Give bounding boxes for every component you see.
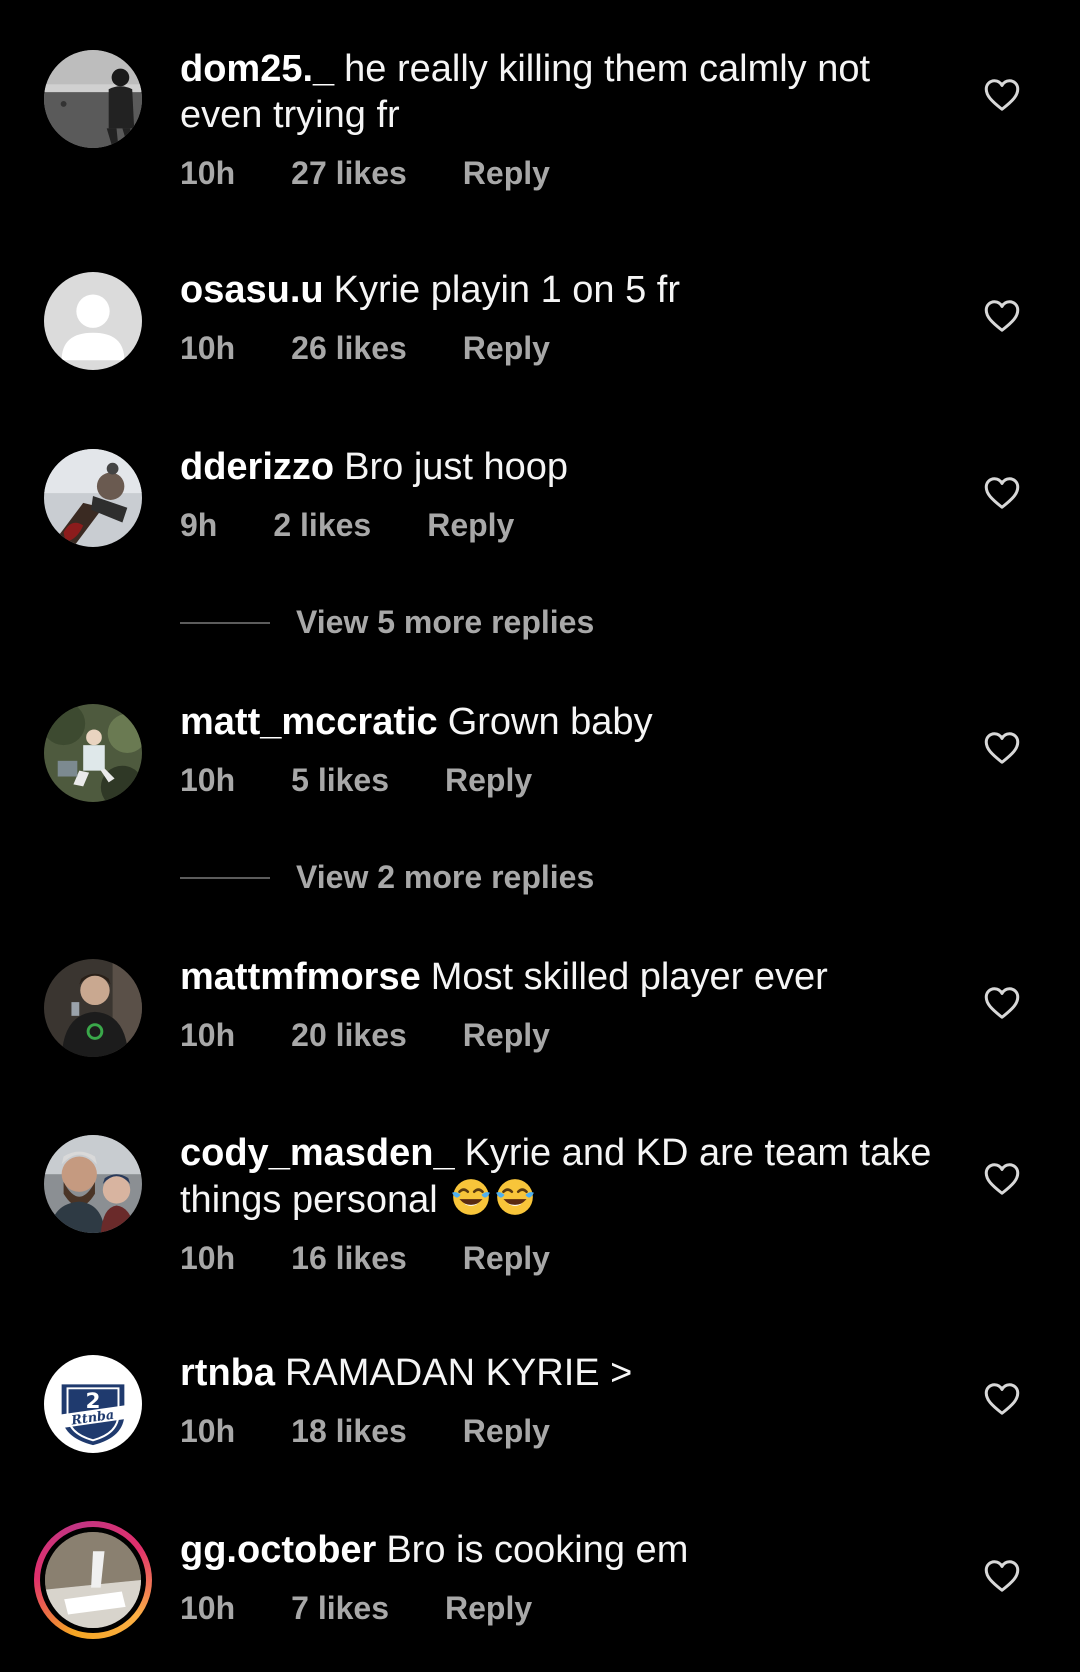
heart-outline-icon[interactable] (984, 476, 1020, 510)
avatar[interactable]: 2 Rtnba (44, 1355, 142, 1453)
reply-button[interactable]: Reply (463, 330, 550, 367)
avatar (45, 1532, 141, 1628)
face-with-tears-of-joy-icon (496, 1179, 535, 1215)
comment-meta: 10h 27 likes Reply (180, 155, 550, 192)
comment-likes[interactable]: 7 likes (291, 1590, 389, 1627)
comment-meta: 10h 18 likes Reply (180, 1413, 550, 1450)
comment-meta: 9h 2 likes Reply (180, 507, 514, 544)
avatar[interactable] (44, 704, 142, 802)
comment-body: Kyrie playin 1 on 5 fr (333, 269, 681, 311)
comment-meta: 10h 7 likes Reply (180, 1590, 532, 1627)
heart-outline-icon[interactable] (984, 1559, 1020, 1593)
comment-likes[interactable]: 16 likes (291, 1240, 407, 1277)
comment-likes[interactable]: 20 likes (291, 1017, 407, 1054)
view-more-replies-button[interactable]: View 2 more replies (180, 859, 594, 896)
heart-outline-icon[interactable] (984, 78, 1020, 112)
reply-button[interactable]: Reply (445, 1590, 532, 1627)
view-replies-label: View 5 more replies (296, 604, 595, 640)
comment-likes[interactable]: 18 likes (291, 1413, 407, 1450)
comment-text: dderizzo Bro just hoop (180, 444, 940, 490)
comment-body: Bro is cooking em (386, 1529, 689, 1571)
comment-body: Bro just hoop (344, 446, 569, 488)
reply-button[interactable]: Reply (463, 1017, 550, 1054)
avatar[interactable] (44, 959, 142, 1057)
comment-time: 10h (180, 1240, 236, 1276)
comment-time: 10h (180, 155, 236, 191)
heart-outline-icon[interactable] (984, 1162, 1020, 1196)
avatar[interactable] (44, 1135, 142, 1233)
comment-likes[interactable]: 2 likes (273, 507, 371, 544)
comment-time: 9h (180, 507, 218, 543)
avatar-photo (45, 1532, 141, 1628)
comment-username[interactable]: matt_mccratic (180, 701, 438, 743)
comment-text: cody_masden_ Kyrie and KD are team take t… (180, 1130, 940, 1223)
default-avatar-icon (44, 272, 142, 370)
avatar-photo (44, 1135, 142, 1233)
avatar-story-ring[interactable] (34, 1521, 152, 1639)
comment-time: 10h (180, 330, 236, 366)
avatar[interactable] (44, 50, 142, 148)
comment-text: gg.october Bro is cooking em (180, 1527, 940, 1573)
heart-outline-icon[interactable] (984, 986, 1020, 1020)
comment-time: 10h (180, 1017, 236, 1053)
comment-body: Grown baby (447, 701, 653, 743)
comment-meta: 10h 20 likes Reply (180, 1017, 550, 1054)
comment-meta: 10h 26 likes Reply (180, 330, 550, 367)
face-with-tears-of-joy-icon (452, 1179, 491, 1215)
heart-outline-icon[interactable] (984, 1382, 1020, 1416)
avatar-photo (44, 50, 142, 148)
reply-button[interactable]: Reply (463, 155, 550, 192)
reply-button[interactable]: Reply (463, 1240, 550, 1277)
comment-meta: 10h 16 likes Reply (180, 1240, 550, 1277)
comment-likes[interactable]: 26 likes (291, 330, 407, 367)
comment-username[interactable]: mattmfmorse (180, 956, 421, 998)
reply-button[interactable]: Reply (427, 507, 514, 544)
divider (180, 621, 270, 624)
comment-time: 10h (180, 1413, 236, 1449)
comment-username[interactable]: rtnba (180, 1352, 275, 1394)
comment-time: 10h (180, 762, 236, 798)
reply-button[interactable]: Reply (445, 762, 532, 799)
comment-likes[interactable]: 27 likes (291, 155, 407, 192)
avatar-photo (44, 449, 142, 547)
heart-outline-icon[interactable] (984, 299, 1020, 333)
avatar[interactable] (44, 449, 142, 547)
comment-likes[interactable]: 5 likes (291, 762, 389, 799)
comment-text: mattmfmorse Most skilled player ever (180, 954, 940, 1000)
comment-username[interactable]: osasu.u (180, 269, 324, 311)
heart-outline-icon[interactable] (984, 731, 1020, 765)
avatar-photo (44, 959, 142, 1057)
rtnba-logo: 2 Rtnba (44, 1355, 142, 1453)
avatar[interactable] (44, 272, 142, 370)
view-more-replies-button[interactable]: View 5 more replies (180, 604, 594, 641)
comment-username[interactable]: cody_masden_ (180, 1132, 455, 1174)
comment-text: rtnba RAMADAN KYRIE > (180, 1350, 940, 1396)
comment-username[interactable]: dderizzo (180, 446, 334, 488)
divider (180, 876, 270, 879)
comment-time: 10h (180, 1590, 236, 1626)
comment-text: osasu.u Kyrie playin 1 on 5 fr (180, 267, 940, 313)
avatar-photo (44, 704, 142, 802)
comment-text: dom25._ he really killing them calmly not… (180, 46, 940, 138)
comment-body: Most skilled player ever (430, 956, 828, 998)
view-replies-label: View 2 more replies (296, 859, 595, 895)
story-ring-gap (40, 1527, 146, 1633)
comment-username[interactable]: gg.october (180, 1529, 376, 1571)
comment-meta: 10h 5 likes Reply (180, 762, 532, 799)
reply-button[interactable]: Reply (463, 1413, 550, 1450)
comment-text: matt_mccratic Grown baby (180, 699, 940, 745)
comment-username[interactable]: dom25._ (180, 48, 334, 90)
comment-body: RAMADAN KYRIE > (285, 1352, 633, 1394)
